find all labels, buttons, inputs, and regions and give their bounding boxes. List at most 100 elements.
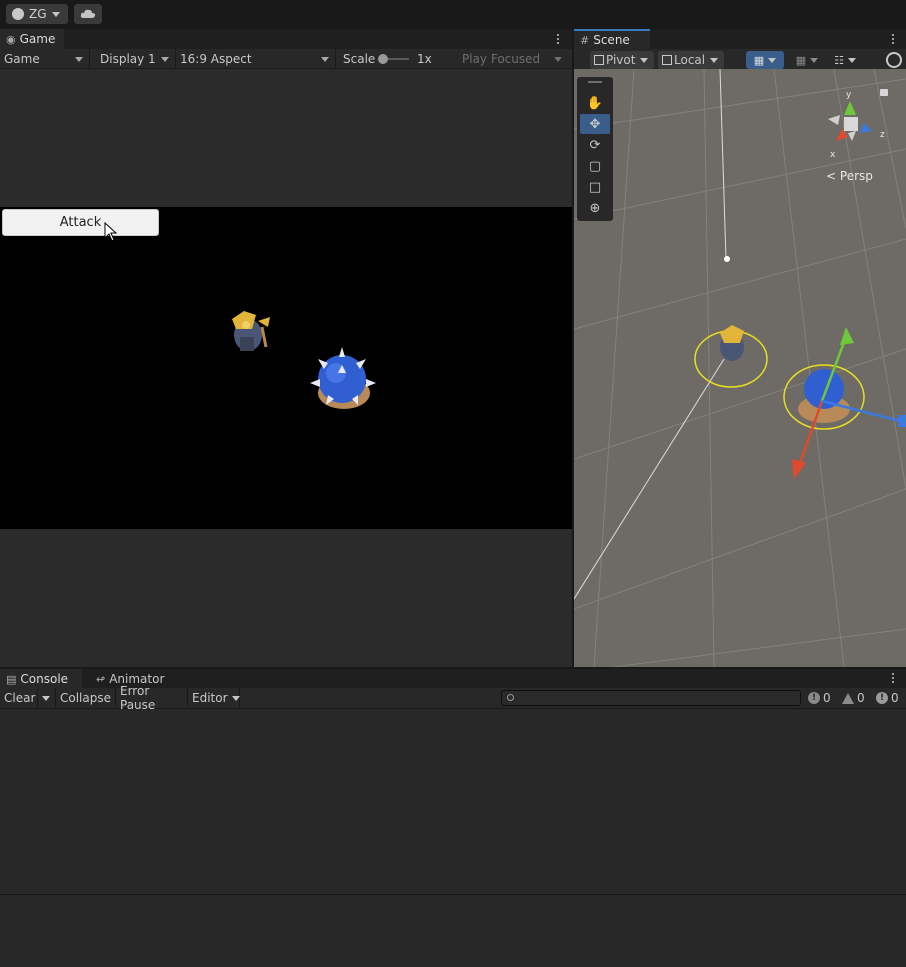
chevron-down-icon [161,57,169,62]
svg-text:y: y [846,90,852,100]
grid-snap-icon: ▦ [753,53,765,67]
projection-toggle[interactable]: < Persp [826,169,873,183]
clear-options-dropdown[interactable] [38,688,56,708]
view-mode-dropdown[interactable]: Game [0,49,90,69]
scale-tool[interactable]: ▢ [580,156,610,176]
scale-control: Scale 1x [339,49,455,69]
collapse-toggle[interactable]: Collapse [56,688,116,708]
display-dropdown[interactable]: Display 1 [96,49,176,69]
chevron-down-icon [42,695,50,701]
tab-scene[interactable]: # Scene [574,29,650,49]
collapse-label: Collapse [60,691,111,705]
pivot-label: Pivot [606,53,636,67]
info-count-toggle[interactable]: ! 0 [808,688,831,708]
rect-tool[interactable]: □ [580,177,610,197]
error-icon: ! [876,692,888,704]
grid-icon: # [580,33,590,47]
console-search-input[interactable] [501,690,801,706]
attack-button-label: Attack [59,215,102,230]
move-icon: ✥ [589,116,601,132]
warning-icon [842,692,854,704]
chevron-down-icon [75,57,83,62]
chevron-down-icon [710,57,719,63]
transform-tool[interactable]: ⊕ [580,198,610,218]
error-count: 0 [891,691,899,705]
svg-text:z: z [880,130,885,140]
scale-icon: ▢ [588,158,602,174]
cloud-button[interactable] [74,4,102,24]
hand-tool[interactable]: ✋ [580,93,610,113]
tab-game[interactable]: ◉ Game [0,29,64,49]
chevron-down-icon [768,57,777,63]
error-pause-toggle[interactable]: Error Pause [116,684,188,712]
lock-icon[interactable] [880,89,888,96]
projection-label: Persp [839,169,873,183]
scene-grid [574,69,906,667]
scale-label: Scale [343,52,376,66]
increment-snap-dropdown[interactable]: ▦ [790,51,824,69]
rect-icon: □ [588,179,602,195]
tool-palette: ✋ ✥ ⟳ ▢ □ ⊕ [577,77,613,221]
error-count-toggle[interactable]: ! 0 [876,688,899,708]
warning-count: 0 [857,691,865,705]
view-mode-label: Game [4,52,40,66]
play-mode-label: Play Focused [462,52,541,66]
top-toolbar: ZG [0,0,906,28]
game-toolbar: Game Display 1 16:9 Aspect Scale 1x Play… [0,49,572,69]
console-icon: ▤ [6,672,17,686]
rotate-tool[interactable]: ⟳ [580,135,610,155]
editor-dropdown[interactable]: Editor [188,688,240,708]
tab-scene-label: Scene [593,33,630,47]
editor-label: Editor [192,691,228,705]
play-mode-dropdown[interactable]: Play Focused [458,49,568,69]
chevron-down-icon [51,11,60,17]
cloud-icon [80,9,96,18]
info-count: 0 [823,691,831,705]
persp-arrow-icon: < [826,169,837,183]
chevron-down-icon [554,57,562,62]
chevron-down-icon [810,57,819,63]
account-icon [12,8,24,20]
hand-icon: ✋ [586,95,604,111]
move-tool[interactable]: ✥ [580,114,610,134]
console-toolbar: Clear Collapse Error Pause Editor ! 0 0 … [0,684,906,712]
error-pause-label: Error Pause [120,684,156,712]
console-log-list[interactable] [0,709,906,894]
scale-value: 1x [417,52,432,66]
warning-count-toggle[interactable]: 0 [842,688,865,708]
ruler-dropdown[interactable]: ☷ [828,51,862,69]
game-viewport[interactable] [0,207,572,529]
spiky-creature [310,347,376,409]
console-panel-menu-icon[interactable] [888,670,898,686]
tab-console[interactable]: ▤ Console [0,669,82,689]
local-label: Local [674,53,706,67]
grid-snap-toggle[interactable]: ▦ [746,51,784,69]
clear-button[interactable]: Clear [0,688,38,708]
info-icon: ! [808,692,820,704]
scene-view[interactable]: y x z [574,69,906,667]
rotate-icon: ⟳ [589,137,601,153]
palette-grip[interactable] [588,81,602,83]
local-dropdown[interactable]: Local [658,51,724,69]
scale-slider[interactable] [378,54,409,64]
chevron-down-icon [231,695,240,701]
aspect-dropdown[interactable]: 16:9 Aspect [176,49,336,69]
account-dropdown[interactable]: ZG [6,4,68,24]
console-detail-area[interactable] [0,894,906,967]
orientation-gizmo[interactable]: y x z [822,87,892,157]
pivot-dropdown[interactable]: Pivot [590,51,654,69]
draw-mode-button[interactable] [886,52,902,68]
game-view[interactable]: Attack [0,69,572,667]
tab-game-label: Game [19,32,56,46]
increment-snap-icon: ▦ [795,53,807,67]
ruler-icon: ☷ [834,53,844,67]
attack-button[interactable]: Attack [2,209,159,236]
game-panel-menu-icon[interactable] [553,31,563,47]
scene-tabbar: # Scene [574,29,906,49]
scale-slider-handle[interactable] [378,54,388,64]
scene-panel-menu-icon[interactable] [888,31,898,47]
tab-console-label: Console [20,672,69,686]
display-label: Display 1 [100,52,156,66]
pivot-icon [594,55,604,65]
transform-icon: ⊕ [589,200,601,216]
